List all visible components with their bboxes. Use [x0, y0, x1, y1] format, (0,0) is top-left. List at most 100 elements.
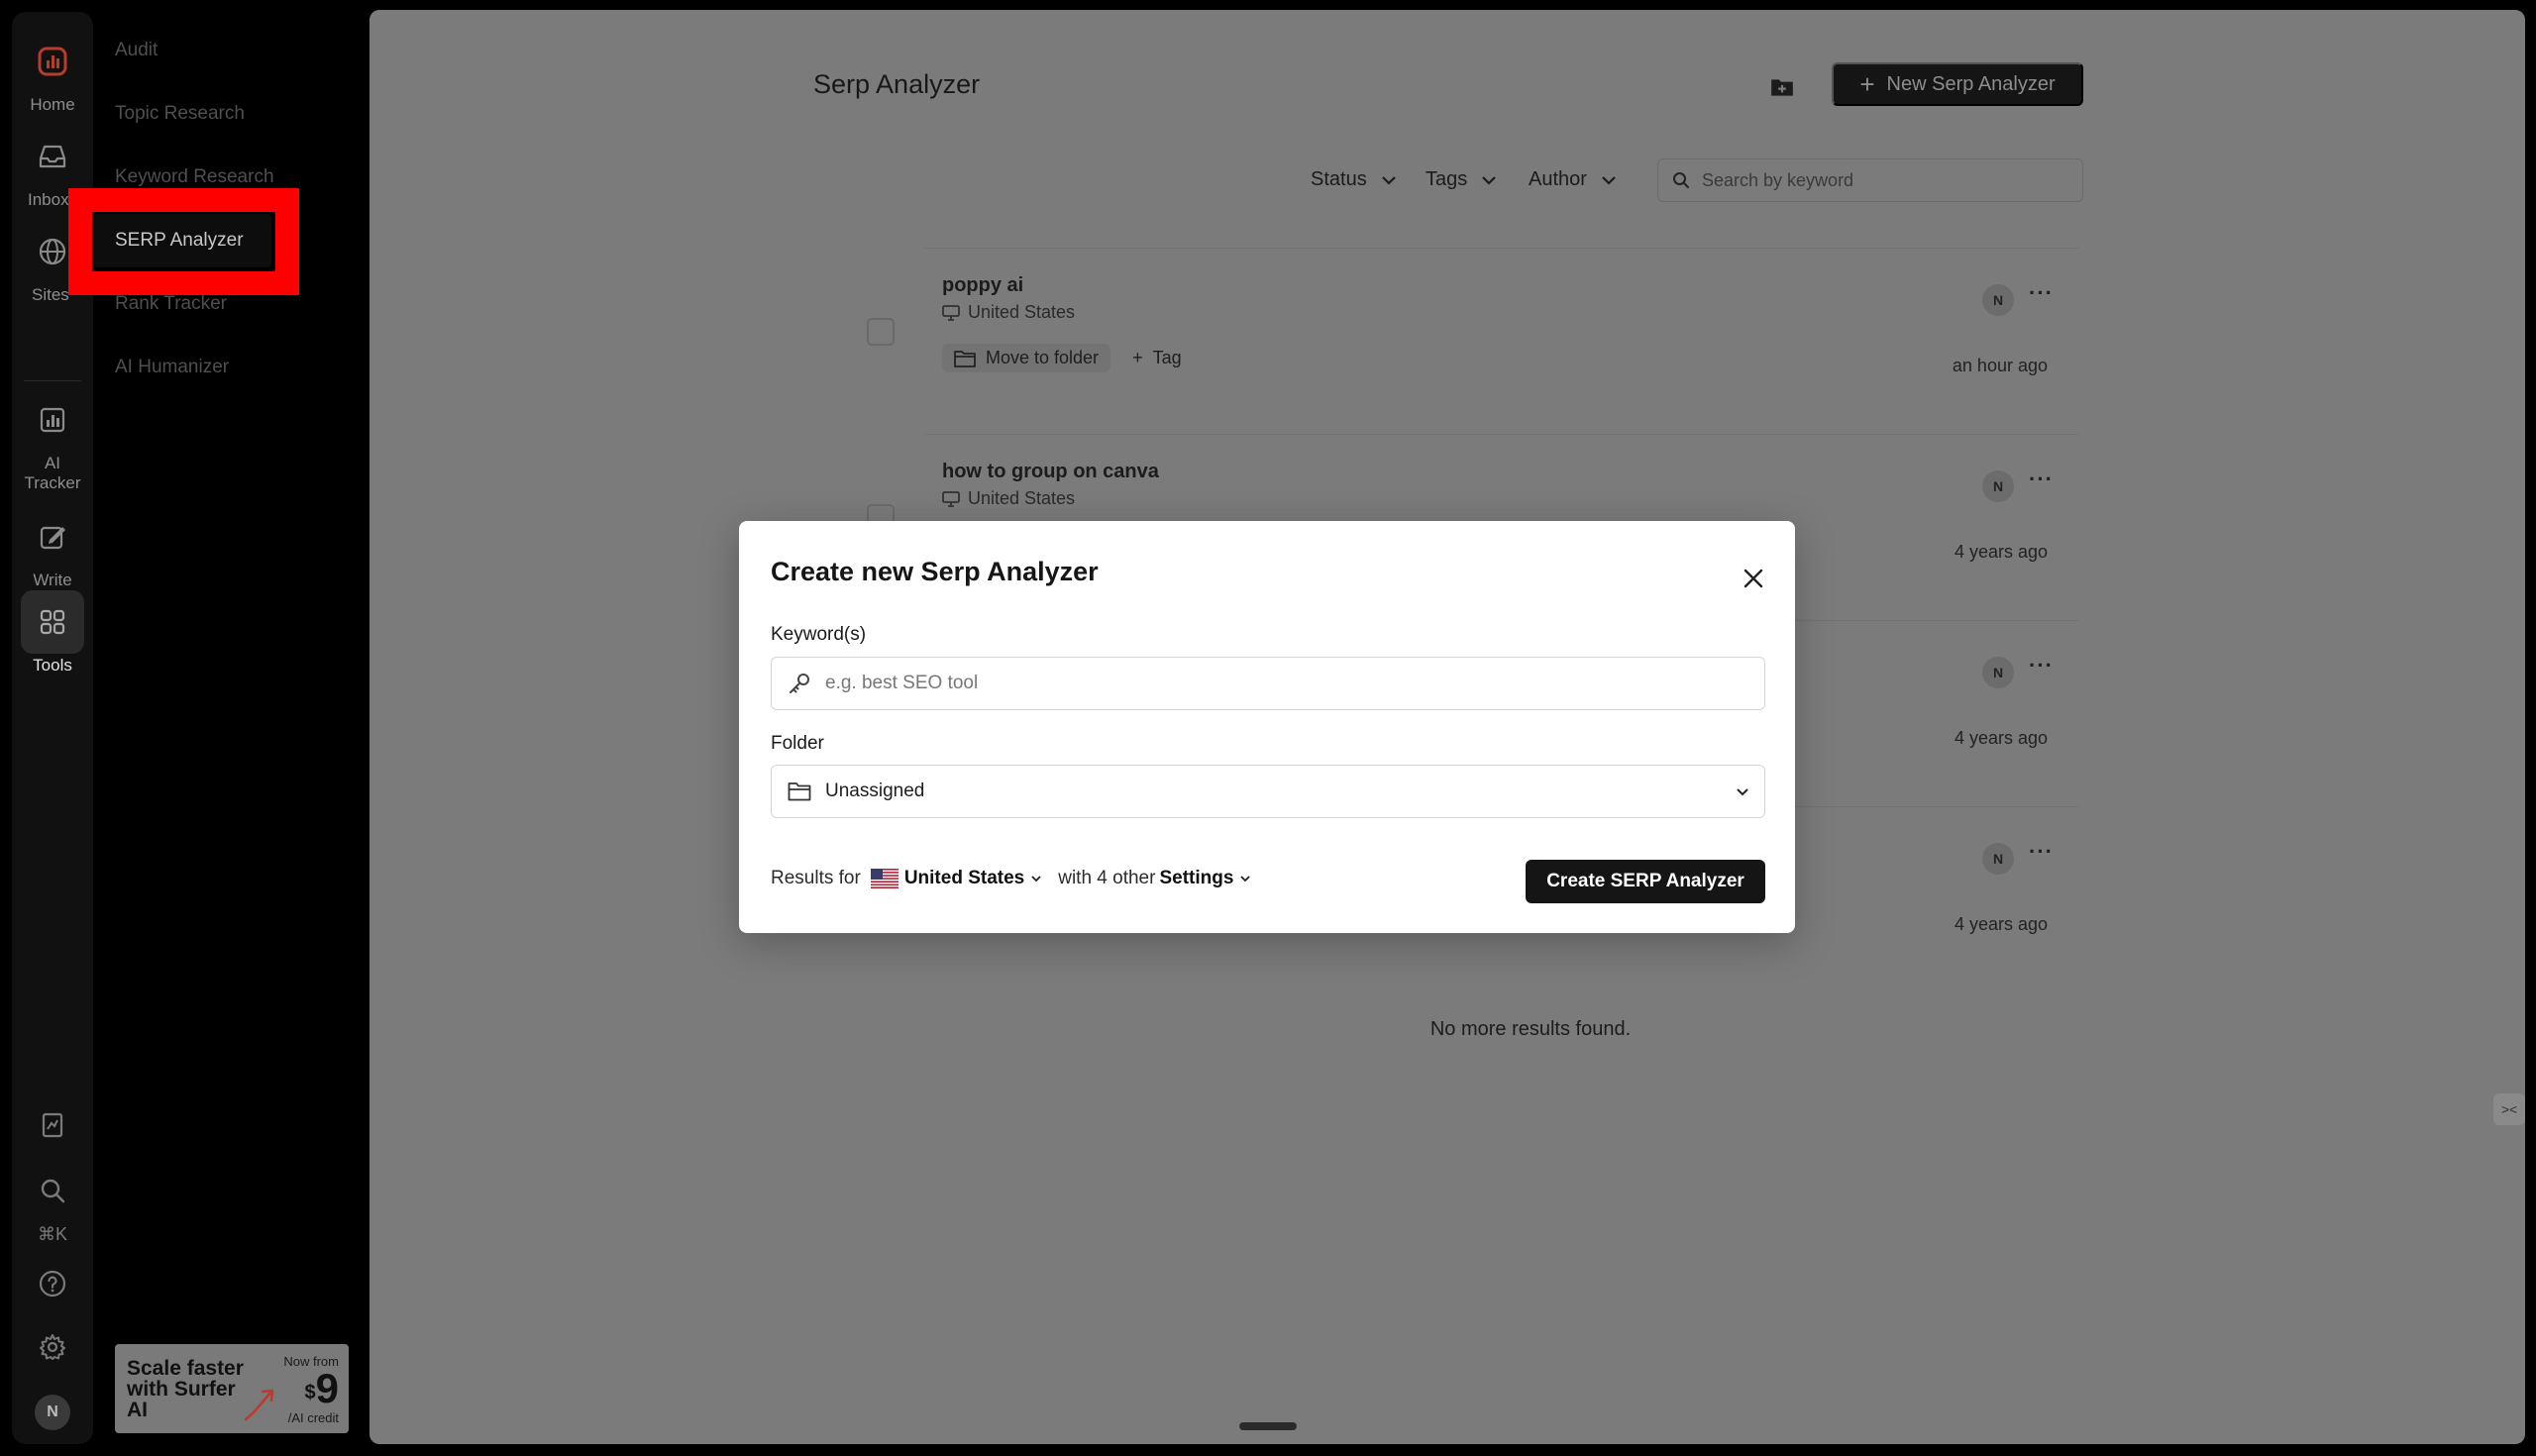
author-avatar: N [1982, 284, 2014, 316]
avatar[interactable]: N [35, 1395, 70, 1430]
us-flag-icon [870, 869, 898, 888]
new-serp-analyzer-button[interactable]: + New Serp Analyzer [1832, 62, 2083, 106]
create-serp-analyzer-button[interactable]: Create SERP Analyzer [1526, 860, 1765, 903]
row-timestamp: 4 years ago [1954, 914, 2048, 934]
results-settings-row: Results for United States with 4 other S… [771, 868, 1267, 889]
search-icon [1673, 172, 1689, 188]
folder-field-label: Folder [771, 733, 824, 754]
page-title: Serp Analyzer [813, 69, 981, 99]
folder-plus-icon [1771, 79, 1793, 96]
folder-select[interactable]: Unassigned [771, 765, 1765, 818]
report-icon [21, 1093, 84, 1157]
chevron-down-icon [1482, 175, 1497, 185]
keyword-field-label: Keyword(s) [771, 624, 867, 645]
author-avatar: N [1982, 657, 2014, 688]
inbox-icon [21, 125, 84, 188]
tags-filter-label: Tags [1426, 168, 1468, 190]
keyword-search[interactable] [1657, 158, 2083, 202]
new-folder-button[interactable] [1764, 69, 1800, 105]
row-keyword[interactable]: poppy ai [942, 274, 1023, 297]
rail-divider [24, 380, 81, 381]
add-tag-label: Tag [1152, 348, 1182, 367]
more-options-icon[interactable]: ··· [2029, 467, 2054, 492]
subnav-item-topic-research[interactable]: Topic Research [115, 103, 245, 125]
move-to-folder-button[interactable]: Move to folder [942, 344, 1111, 372]
close-button[interactable] [1736, 561, 1771, 596]
chart-logo-icon [21, 30, 84, 93]
scroll-handle[interactable] [1239, 1422, 1297, 1430]
row-checkbox[interactable] [867, 318, 895, 346]
row-timestamp: 4 years ago [1954, 728, 2048, 748]
rail-home[interactable]: Home [12, 30, 93, 115]
rail-settings[interactable] [12, 1315, 93, 1379]
list-item[interactable]: poppy ai United States Move to folder + … [867, 248, 2079, 432]
new-serp-analyzer-label: New Serp Analyzer [1886, 72, 2056, 95]
promo-headline: Scale faster with Surfer AI [127, 1357, 244, 1421]
row-location: United States [942, 302, 1075, 323]
folder-icon [954, 350, 976, 367]
chevron-down-icon[interactable] [1030, 874, 1042, 884]
status-filter-label: Status [1311, 168, 1367, 190]
highlight-annotation [68, 188, 299, 295]
keyword-input[interactable] [825, 673, 1737, 694]
ai-tracker-icon [21, 388, 84, 452]
promo-price: $9 [305, 1366, 339, 1411]
gear-icon [21, 1315, 84, 1379]
folder-icon [788, 782, 811, 801]
promo-banner[interactable]: Scale faster with Surfer AI Now from $9 … [115, 1344, 349, 1433]
rail-help[interactable] [12, 1252, 93, 1315]
subnav-item-rank-tracker[interactable]: Rank Tracker [115, 293, 227, 315]
rail-tools[interactable]: Tools [12, 590, 93, 676]
row-location-text: United States [968, 488, 1076, 508]
plus-icon: + [1132, 348, 1143, 367]
grid-icon [21, 590, 84, 654]
more-options-icon[interactable]: ··· [2029, 280, 2054, 306]
chevron-down-icon[interactable] [1239, 874, 1251, 884]
row-keyword[interactable]: how to group on canva [942, 461, 1159, 483]
author-avatar: N [1982, 470, 2014, 502]
folder-select-value: Unassigned [825, 780, 925, 801]
rail-ai-tracker[interactable]: AI Tracker [12, 388, 93, 493]
chevron-down-icon [1737, 788, 1748, 796]
key-icon [790, 674, 809, 693]
subnav-item-audit[interactable]: Audit [115, 40, 158, 61]
promo-currency: $ [304, 1382, 316, 1404]
settings-dropdown[interactable]: Settings [1159, 868, 1233, 889]
results-for-label: Results for [771, 868, 861, 888]
close-icon [1744, 569, 1763, 588]
rail-write-label: Write [33, 571, 72, 589]
status-filter[interactable]: Status [1311, 168, 1397, 191]
add-tag-button[interactable]: + Tag [1132, 344, 1182, 372]
author-filter[interactable]: Author [1529, 168, 1617, 191]
subnav-item-keyword-research[interactable]: Keyword Research [115, 166, 274, 188]
row-location: United States [942, 488, 1075, 509]
rail-reports[interactable] [12, 1093, 93, 1157]
search-input[interactable] [1702, 169, 2059, 191]
more-options-icon[interactable]: ··· [2029, 653, 2054, 678]
search-icon [21, 1159, 84, 1222]
desktop-icon [942, 304, 960, 321]
country-select[interactable]: United States [904, 868, 1024, 889]
author-avatar: N [1982, 843, 2014, 875]
row-location-text: United States [968, 302, 1076, 322]
rail-search[interactable] [12, 1159, 93, 1222]
plus-icon: + [1859, 69, 1875, 99]
collapse-icon[interactable]: >< [2493, 1093, 2525, 1125]
promo-price-value: 9 [315, 1365, 339, 1411]
desktop-icon [942, 490, 960, 507]
other-settings-count: with 4 other [1058, 868, 1156, 888]
keyword-field[interactable] [771, 657, 1765, 710]
search-shortcut: ⌘K [37, 1224, 67, 1244]
no-more-results: No more results found. [1429, 1018, 1632, 1040]
row-actions: Move to folder + Tag [942, 344, 1182, 372]
help-icon [21, 1252, 84, 1315]
rail-write[interactable]: Write [12, 505, 93, 590]
author-filter-label: Author [1529, 168, 1587, 190]
rail-ai-tracker-label: AI Tracker [24, 454, 81, 492]
row-timestamp: an hour ago [1952, 356, 2048, 375]
chevron-down-icon [1381, 175, 1396, 185]
more-options-icon[interactable]: ··· [2029, 839, 2054, 865]
subnav-item-ai-humanizer[interactable]: AI Humanizer [115, 357, 229, 378]
promo-unit: /AI credit [287, 1410, 339, 1425]
tags-filter[interactable]: Tags [1426, 168, 1497, 191]
